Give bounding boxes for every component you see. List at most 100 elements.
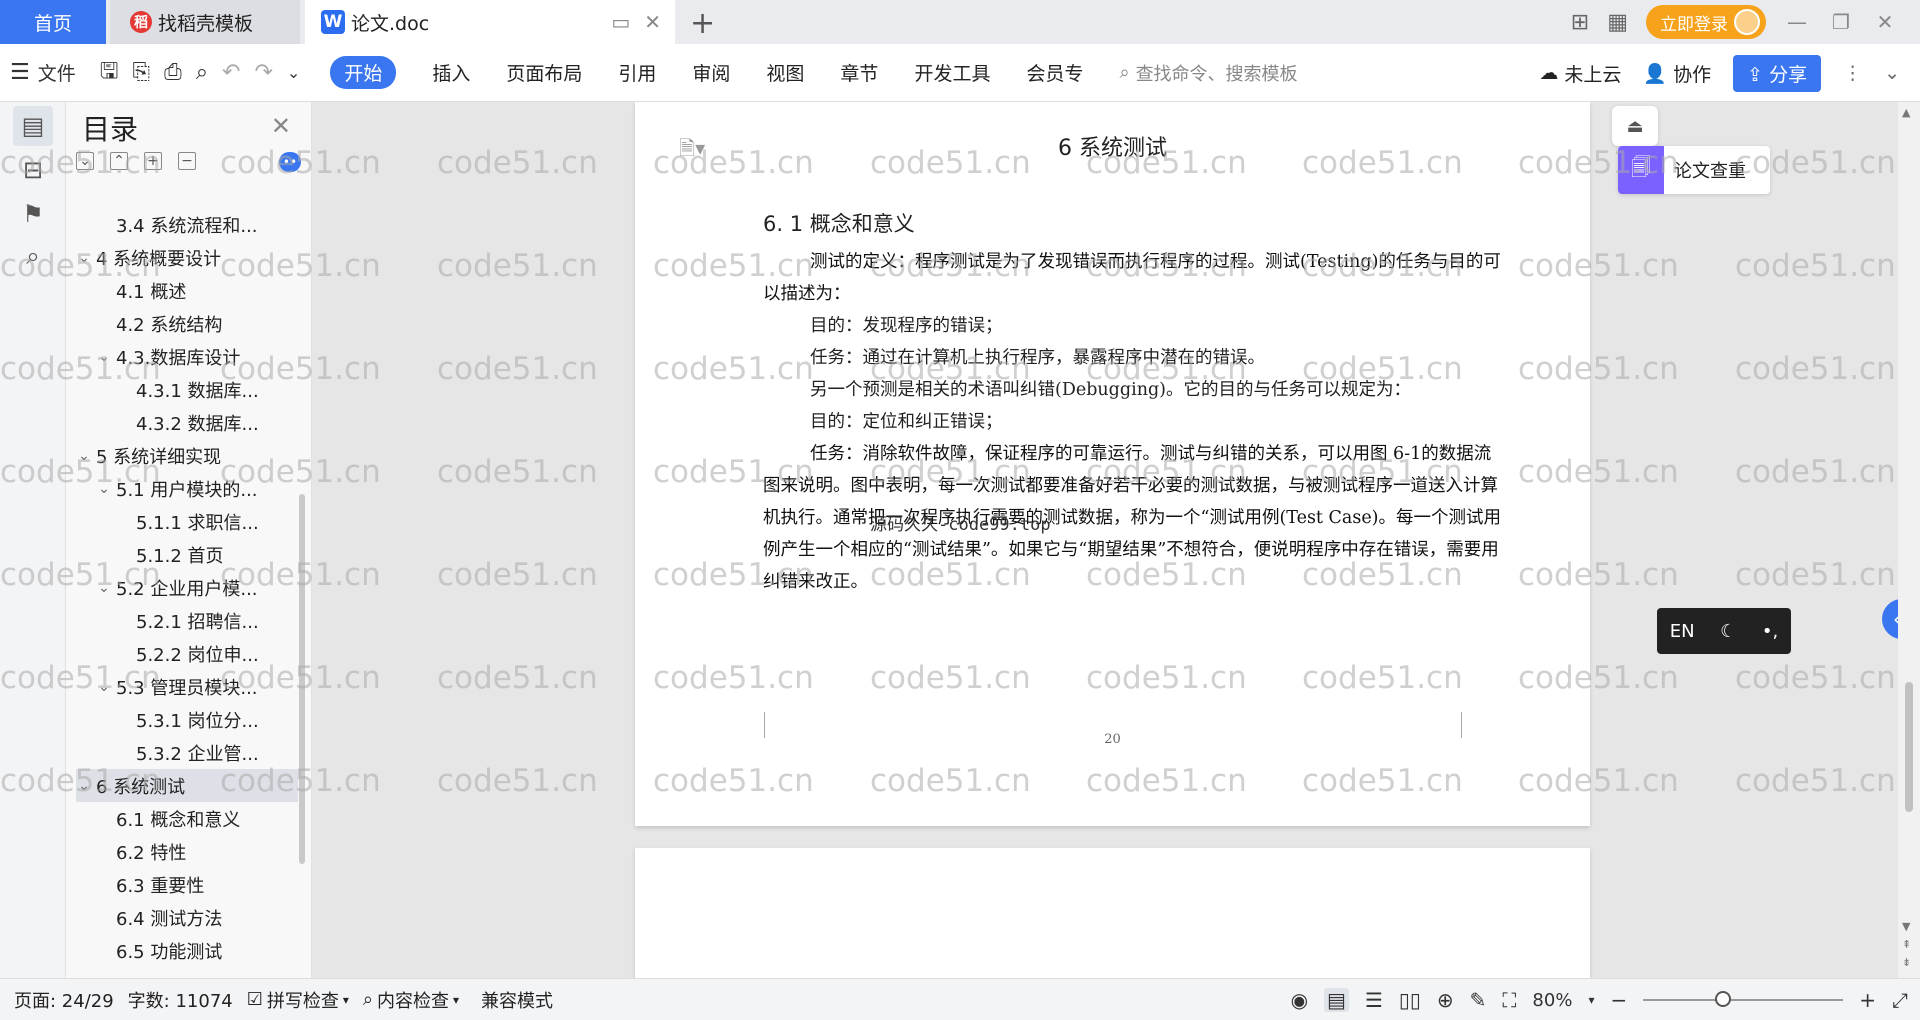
toc-item[interactable]: ⌄ 6 系统测试	[76, 769, 298, 802]
toc-item[interactable]: 5.1.1 求职信...	[76, 505, 298, 538]
toc-item[interactable]: 4.2 系统结构	[76, 307, 298, 340]
toc-item[interactable]: 5.3.1 岗位分...	[76, 703, 298, 736]
share-button[interactable]: ⇪ 分享	[1733, 54, 1822, 92]
chevron-down-icon[interactable]: ⌄	[76, 250, 92, 266]
scroll-thumb[interactable]	[1905, 682, 1913, 812]
tab-document[interactable]: W 论文.doc ▭ ✕	[305, 0, 675, 44]
word-count[interactable]: 字数: 11074	[128, 987, 233, 1013]
chevron-down-icon[interactable]: ⌄	[96, 481, 112, 497]
ime-lang[interactable]: EN	[1670, 621, 1695, 642]
fullscreen-icon[interactable]: ⤢	[1892, 988, 1908, 1012]
vertical-scrollbar[interactable]: ▲ ▼ ⇞ ⇟	[1898, 102, 1920, 978]
toc-item[interactable]: 6.1 概念和意义	[76, 802, 298, 835]
web-view-icon[interactable]: ⊕	[1437, 988, 1454, 1012]
toc-item[interactable]: ⌄ 5.1 用户模块的...	[76, 472, 298, 505]
toc-item[interactable]: 6.2 特性	[76, 835, 298, 868]
scroll-up-icon[interactable]: ▲	[1902, 106, 1910, 119]
spell-check[interactable]: ☑ 拼写检查 ▾	[247, 987, 349, 1013]
page-down-icon[interactable]: ⇟	[1902, 956, 1911, 969]
tab-home[interactable]: 首页	[0, 0, 106, 44]
ai-assistant-icon[interactable]: ••	[279, 152, 301, 172]
save-icon[interactable]: 🖫	[100, 54, 119, 92]
layout-icon[interactable]: ⊞	[1571, 10, 1589, 35]
tab-window-icon[interactable]: ▭	[611, 10, 630, 34]
document-page[interactable]: 🗎▾ 6 系统测试 6. 1 概念和意义 测试的定义：程序测试是为了发现错误而执…	[635, 102, 1590, 826]
menu-developer[interactable]: 开发工具	[914, 59, 990, 86]
toc-item[interactable]: 6.5 功能测试	[76, 934, 298, 967]
toc-item[interactable]: ⌄ 5.2 企业用户模...	[76, 571, 298, 604]
menu-insert[interactable]: 插入	[432, 59, 470, 86]
chapter-nav-icon[interactable]: ⊟	[13, 150, 53, 190]
close-icon[interactable]: ✕	[271, 112, 291, 140]
more-options-icon[interactable]: ⋮	[1843, 62, 1862, 84]
write-mode-icon[interactable]: ✎	[1470, 988, 1487, 1012]
toc-item[interactable]: 5.2.1 招聘信...	[76, 604, 298, 637]
tab-close-icon[interactable]: ✕	[644, 10, 661, 34]
eject-panel-icon[interactable]: ⏏	[1612, 106, 1658, 146]
expand-icon[interactable]: ⌄	[76, 152, 94, 170]
menu-page-layout[interactable]: 页面布局	[506, 59, 582, 86]
print-icon[interactable]: ⎙	[164, 60, 182, 85]
menu-start[interactable]: 开始	[330, 56, 397, 89]
toc-item[interactable]: 4.3.1 数据库...	[76, 373, 298, 406]
file-menu[interactable]: ☰ 文件	[10, 59, 76, 86]
content-check[interactable]: ⌕ 内容检查 ▾	[363, 987, 459, 1013]
toc-panel-icon[interactable]: ▤	[13, 106, 53, 146]
collapse-icon[interactable]: ⌃	[110, 152, 128, 170]
tab-template[interactable]: 稻 找稻壳模板	[110, 0, 300, 44]
menu-review[interactable]: 审阅	[692, 59, 730, 86]
ime-toolbar[interactable]: EN ☾ •,	[1657, 608, 1791, 654]
collab-button[interactable]: 👤 协作	[1643, 60, 1711, 87]
zoom-out-icon[interactable]: −	[1610, 988, 1627, 1012]
zoom-slider-thumb[interactable]	[1715, 991, 1732, 1007]
redo-icon[interactable]: ↷	[254, 60, 272, 85]
add-heading-icon[interactable]: +	[144, 152, 162, 170]
toc-item[interactable]: 4.3.2 数据库...	[76, 406, 298, 439]
punctuation-icon[interactable]: •,	[1762, 621, 1778, 642]
toc-item[interactable]: ⌄ 5.3 管理员模块...	[76, 670, 298, 703]
toc-item[interactable]: ⌄ 5 系统详细实现	[76, 439, 298, 472]
eye-protection-icon[interactable]: ◉	[1291, 988, 1308, 1012]
find-icon[interactable]: ⌕	[13, 236, 53, 276]
zoom-dropdown-icon[interactable]: ▾	[1588, 993, 1594, 1007]
undo-icon[interactable]: ↶	[222, 60, 240, 85]
toc-item[interactable]: 5.3.2 企业管...	[76, 736, 298, 769]
command-search[interactable]: ⌕ 查找命令、搜索模板	[1119, 60, 1297, 86]
toc-item[interactable]: 6.4 测试方法	[76, 901, 298, 934]
chevron-down-icon[interactable]: ⌄	[76, 778, 92, 794]
moon-icon[interactable]: ☾	[1720, 621, 1736, 642]
page-up-icon[interactable]: ⇞	[1902, 938, 1911, 951]
scroll-down-icon[interactable]: ▼	[1902, 920, 1910, 933]
apps-grid-icon[interactable]: ▦	[1607, 10, 1628, 35]
quick-access-dropdown-icon[interactable]: ⌄	[287, 63, 300, 82]
toc-item[interactable]: 6.3 重要性	[76, 868, 298, 901]
menu-view[interactable]: 视图	[766, 59, 804, 86]
document-page-next[interactable]	[635, 848, 1590, 978]
compat-mode[interactable]: 兼容模式	[481, 987, 553, 1013]
menu-member[interactable]: 会员专	[1026, 59, 1083, 86]
zoom-in-icon[interactable]: +	[1859, 988, 1876, 1012]
menu-chapter[interactable]: 章节	[840, 59, 878, 86]
restore-icon[interactable]: ❐	[1828, 10, 1854, 34]
chevron-down-icon[interactable]: ⌄	[96, 349, 112, 365]
toc-item[interactable]: ⌄ 4.3.数据库设计	[76, 340, 298, 373]
toc-item[interactable]: 5.1.2 首页	[76, 538, 298, 571]
minimize-icon[interactable]: —	[1784, 10, 1810, 34]
remove-heading-icon[interactable]: −	[178, 152, 196, 170]
fit-page-icon[interactable]: ⛶	[1502, 988, 1516, 1012]
chevron-down-icon[interactable]: ⌄	[96, 679, 112, 695]
page-view-icon[interactable]: ▤	[1324, 988, 1349, 1012]
menu-references[interactable]: 引用	[618, 59, 656, 86]
page-count[interactable]: 页面: 24/29	[14, 987, 114, 1013]
paper-check-button[interactable]: 🗐 论文查重	[1618, 146, 1770, 194]
toc-item[interactable]: 4.1 概述	[76, 274, 298, 307]
login-button[interactable]: 立即登录	[1646, 5, 1766, 39]
chevron-left-icon[interactable]: ‹	[1882, 599, 1898, 639]
cloud-status[interactable]: ☁ 未上云	[1539, 60, 1621, 87]
print-preview-icon[interactable]: ⌕	[196, 60, 208, 85]
zoom-level[interactable]: 80%	[1532, 990, 1572, 1011]
chevron-down-icon[interactable]: ⌄	[76, 448, 92, 464]
toc-item[interactable]: 3.4 系统流程和...	[76, 208, 298, 241]
new-tab-button[interactable]: +	[690, 6, 715, 41]
zoom-slider[interactable]	[1643, 991, 1844, 1007]
